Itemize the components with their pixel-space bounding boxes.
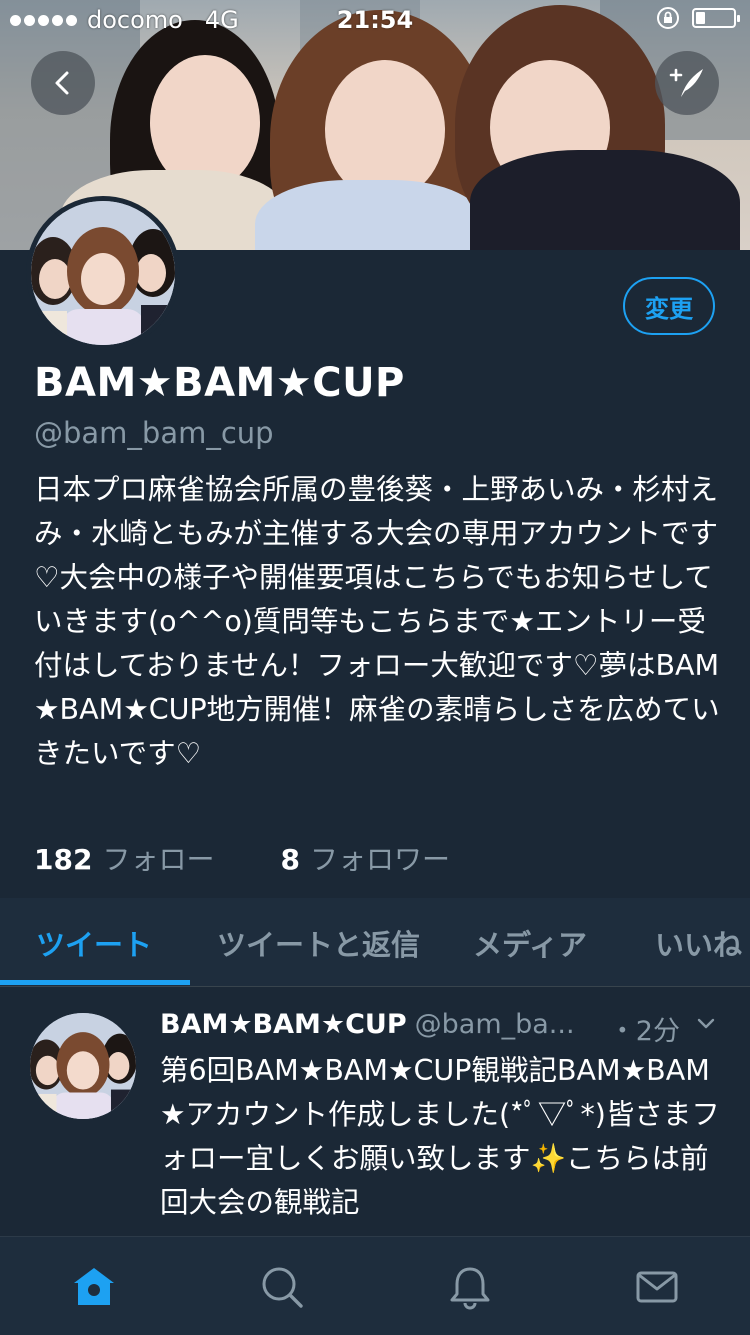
profile-bio: 日本プロ麻雀協会所属の豊後葵・上野あいみ・杉村えみ・水崎ともみが主催する大会の専…: [34, 473, 720, 770]
search-icon[interactable]: [258, 1263, 306, 1311]
tab-tweets[interactable]: ツイート: [36, 922, 152, 964]
tweet-item[interactable]: BAM★BAM★CUP @bam_ba... ・2分 第6回BAM★BAM★CUP…: [0, 987, 750, 1235]
home-icon[interactable]: [70, 1263, 118, 1311]
followers-link[interactable]: 8 フォロワー: [280, 838, 450, 878]
notifications-bell-icon[interactable]: [446, 1263, 494, 1311]
profile-display-name: BAM★BAM★CUP: [34, 360, 405, 406]
tab-likes[interactable]: いいね: [655, 922, 742, 964]
followers-label: フォロワー: [309, 843, 450, 876]
sparkles-icon: ✨: [530, 1142, 567, 1175]
tweet-author-name[interactable]: BAM★BAM★CUP: [160, 1009, 407, 1040]
compose-tweet-button[interactable]: [655, 51, 719, 115]
avatar-photo: [31, 201, 175, 345]
tweet-author-handle[interactable]: @bam_ba...: [415, 1009, 575, 1040]
tweet-avatar[interactable]: [30, 1013, 136, 1119]
tweet-timestamp: ・2分: [608, 1016, 680, 1047]
profile-avatar[interactable]: [26, 196, 180, 350]
profile-handle: @bam_bam_cup: [34, 416, 274, 450]
bottom-tab-bar: [0, 1236, 750, 1335]
chevron-left-icon: [55, 71, 69, 95]
profile-tabs: ツイート ツイートと返信 メディア いいね: [0, 898, 750, 987]
back-button[interactable]: [31, 51, 95, 115]
status-bar: docomo 4G 21:54: [0, 0, 750, 40]
messages-envelope-icon[interactable]: [633, 1263, 681, 1311]
orientation-lock-icon: [657, 7, 679, 29]
status-time: 21:54: [336, 6, 414, 34]
following-count: 182: [34, 843, 93, 876]
followers-count: 8: [280, 843, 300, 876]
edit-profile-button[interactable]: 変更: [623, 277, 715, 335]
avatar-photo: [30, 1013, 136, 1119]
tweet-header: BAM★BAM★CUP @bam_ba... ・2分: [160, 1009, 730, 1047]
battery-icon: [692, 8, 740, 28]
tab-tweets-and-replies[interactable]: ツイートと返信: [217, 922, 420, 964]
tab-media[interactable]: メディア: [473, 922, 587, 964]
following-link[interactable]: 182 フォロー: [34, 838, 214, 878]
compose-tweet-icon: [669, 68, 703, 97]
follow-stats: 182 フォロー 8 フォロワー: [34, 838, 450, 878]
tweet-text: 第6回BAM★BAM★CUP観戦記BAM★BAM★アカウント作成しました(*ﾟ▽…: [160, 1049, 730, 1225]
following-label: フォロー: [102, 843, 215, 876]
active-tab-indicator: [0, 980, 190, 985]
chevron-down-icon[interactable]: [694, 1011, 718, 1035]
